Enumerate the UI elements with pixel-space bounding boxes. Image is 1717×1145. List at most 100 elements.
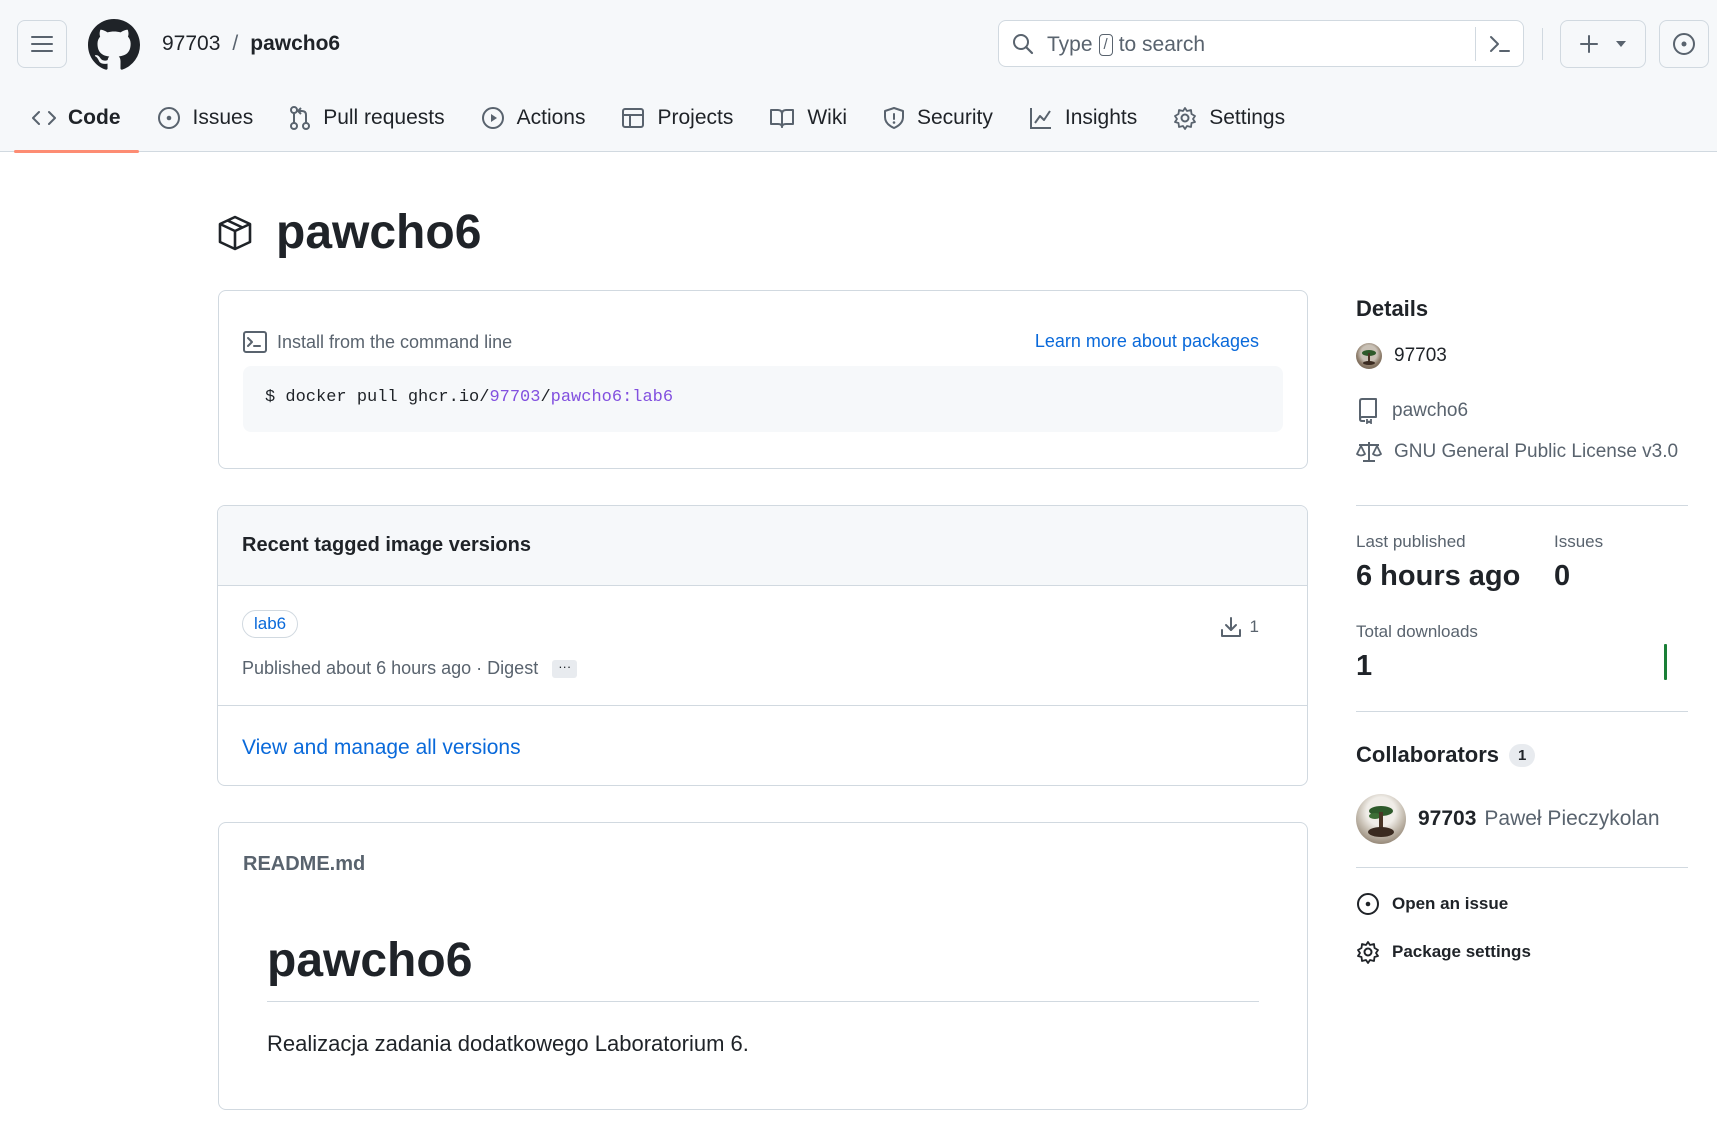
issue-opened-icon [1357,893,1379,915]
package-title-row: pawcho6 [216,205,481,260]
create-new-button[interactable] [1560,20,1646,68]
code-icon [32,111,56,125]
git-pull-request-icon [290,106,311,130]
install-panel: Install from the command line Learn more… [218,290,1308,469]
details-repository[interactable]: pawcho6 [1356,398,1468,424]
command-palette-icon[interactable] [1475,27,1523,61]
tree-icon [1368,806,1394,837]
install-label-row: Install from the command line [243,331,512,353]
details-repository-name: pawcho6 [1392,400,1469,421]
tab-projects-label: Projects [657,106,734,129]
details-license[interactable]: GNU General Public License v3.0 [1356,441,1678,463]
details-heading: Details [1356,296,1429,321]
version-tag[interactable]: lab6 [242,610,299,638]
header-divider [1542,28,1543,60]
law-icon [1356,442,1382,462]
install-label: Install from the command line [277,331,513,352]
search-shortcut-key: / [1098,34,1113,56]
repo-tabs: Code Issues Pull requests Actions Projec… [14,96,1303,153]
global-menu-button[interactable] [17,20,67,68]
package-icon [218,215,252,250]
search-icon [1011,32,1035,56]
breadcrumb-repo[interactable]: pawcho6 [250,32,340,56]
collaborators-heading: Collaborators [1356,742,1500,767]
search-placeholder-prefix: Type [1047,33,1093,56]
collaborator-login: 97703 [1418,807,1477,830]
tab-issues-label: Issues [192,106,254,129]
issues-label: Issues [1554,532,1604,551]
learn-more-link[interactable]: Learn more about packages [1035,331,1259,352]
issues-value: 0 [1554,560,1571,592]
terminal-icon [243,331,267,353]
command-image: pawcho6:lab6 [550,388,674,407]
sidebar-divider [1356,505,1688,506]
collaborators-count: 1 [1509,743,1536,767]
tab-settings-label: Settings [1209,106,1286,129]
play-icon [481,107,504,129]
app-header: 97703 / pawcho6 Type / to search Code Is… [0,0,1717,153]
hamburger-icon [31,36,53,52]
book-icon [770,109,795,128]
tree-icon [1362,350,1376,366]
tab-actions[interactable]: Actions [463,96,604,140]
page-title: pawcho6 [276,206,482,259]
readme-description: Realizacja zadania dodatkowego Laborator… [267,1031,749,1056]
header-issues-button[interactable] [1659,20,1709,68]
package-settings-label: Package settings [1392,942,1531,961]
sidebar-divider [1356,867,1688,868]
issue-opened-icon [157,107,180,129]
issue-opened-icon [1673,33,1695,55]
collaborators-header: Collaborators 1 [1356,742,1536,768]
details-owner-name: 97703 [1394,345,1447,366]
downloads-sparkline [1664,644,1667,680]
tab-security-label: Security [917,106,993,129]
tab-actions-label: Actions [516,106,586,129]
recent-versions-panel: Recent tagged image versions lab6 1 Publ… [217,505,1308,786]
tab-settings[interactable]: Settings [1155,96,1303,140]
search-input[interactable]: Type / to search [998,20,1524,67]
tab-code[interactable]: Code [14,96,139,153]
details-license-name: GNU General Public License v3.0 [1394,441,1679,462]
triangle-down-icon [1616,41,1626,47]
plus-icon [1580,35,1598,53]
gear-icon [1357,941,1379,964]
tab-projects[interactable]: Projects [603,96,751,140]
install-command[interactable]: $ docker pull ghcr.io/97703/pawcho6:lab6 [243,366,1283,432]
command-sep: / [540,388,551,407]
list-item: lab6 1 Published about 6 hours ago · Dig… [218,586,1307,706]
repo-icon [1359,398,1377,424]
view-all-versions-link[interactable]: View and manage all versions [242,736,521,760]
tab-insights[interactable]: Insights [1011,96,1155,140]
command-owner: 97703 [489,388,541,407]
details-owner[interactable]: 97703 [1356,343,1447,369]
graph-icon [1029,108,1051,129]
version-downloads: 1 [1220,616,1259,638]
shield-icon [884,107,904,129]
collaborator-item[interactable]: 97703 Paweł Pieczykolan [1356,794,1660,844]
tab-issues[interactable]: Issues [139,96,272,140]
readme-divider [267,1001,1259,1002]
package-settings-link[interactable]: Package settings [1356,940,1531,964]
tab-wiki-label: Wiki [807,106,847,129]
breadcrumb-separator: / [232,32,239,55]
version-published-text: Published about 6 hours ago · Digest [242,658,539,678]
total-downloads-value: 1 [1356,650,1373,682]
breadcrumb-owner[interactable]: 97703 [162,32,220,56]
search-placeholder-suffix: to search [1118,33,1206,56]
open-issue-label: Open an issue [1392,894,1509,913]
tab-pull-requests-label: Pull requests [323,106,445,129]
readme-title: pawcho6 [267,934,473,987]
tab-code-label: Code [68,106,121,129]
tab-pull-requests[interactable]: Pull requests [271,96,462,140]
readme-panel: README.md pawcho6 Realizacja zadania dod… [218,822,1308,1110]
github-logo-icon[interactable] [88,19,140,71]
tab-insights-label: Insights [1064,106,1138,129]
avatar [1356,343,1382,369]
table-icon [622,108,645,128]
digest-toggle-button[interactable]: ··· [552,659,578,678]
tab-wiki[interactable]: Wiki [751,96,865,140]
version-download-count: 1 [1249,617,1259,636]
open-issue-link[interactable]: Open an issue [1356,892,1508,916]
tab-security[interactable]: Security [865,96,1011,140]
gear-icon [1174,107,1197,130]
